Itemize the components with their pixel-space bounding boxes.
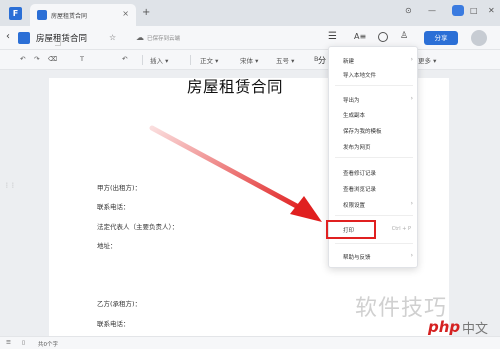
- menu-item-import[interactable]: 导入本地文件: [329, 69, 419, 80]
- clear-format-icon[interactable]: T: [80, 55, 84, 63]
- browser-tab-strip: F 房屋租赁合同 × + ⊙ — □ ✕: [0, 0, 500, 26]
- heading-fragment: 分: [318, 56, 326, 65]
- font-size-dropdown[interactable]: 五号 ▾: [276, 55, 294, 65]
- print-shortcut: Ctrl + P: [391, 226, 411, 232]
- page-icon[interactable]: ▯: [22, 340, 25, 346]
- menu-item-export[interactable]: 导出为 ›: [329, 94, 419, 105]
- close-window-button[interactable]: ✕: [488, 6, 495, 15]
- document-line[interactable]: 联系电话：: [97, 201, 130, 211]
- document-line[interactable]: 联系电话：: [97, 318, 130, 328]
- format-painter-icon[interactable]: ⌫: [48, 55, 57, 63]
- chevron-right-icon: ›: [410, 200, 413, 207]
- new-tab-button[interactable]: +: [142, 7, 150, 18]
- document-line[interactable]: 法定代表人（主要负责人）：: [97, 221, 178, 231]
- menu-item-permissions[interactable]: 权限设置 ›: [329, 199, 419, 210]
- document-line[interactable]: 地址：: [97, 240, 117, 250]
- print-highlight-box: [326, 220, 376, 239]
- menu-item-new[interactable]: 新建 ›: [329, 55, 419, 66]
- chevron-right-icon: ›: [410, 95, 413, 102]
- status-bar: ☰ ▯ 共0个字: [0, 336, 500, 349]
- redo-icon[interactable]: ↷: [34, 55, 39, 63]
- paragraph-style-dropdown[interactable]: 正文 ▾: [200, 55, 218, 65]
- document-line[interactable]: 甲方(出租方)：: [97, 182, 141, 192]
- chevron-right-icon: ›: [410, 56, 413, 63]
- menu-item-save-template[interactable]: 保存为我的模板: [329, 125, 419, 136]
- autosave-status: 已保存到云端: [147, 36, 181, 42]
- menu-icon[interactable]: ☰: [328, 31, 337, 42]
- avatar[interactable]: [471, 30, 487, 46]
- menu-item-publish[interactable]: 发布为网页: [329, 141, 419, 152]
- document-titlebar: ‹ 房屋租赁合同 ☆ ☁ 已保存到云端 ☰ A≡ ♙ 分享: [0, 26, 500, 50]
- comment-icon[interactable]: [378, 32, 388, 42]
- menu-divider: [335, 243, 413, 244]
- app-logo-icon[interactable]: F: [9, 7, 22, 20]
- insert-dropdown[interactable]: 插入 ▾: [150, 55, 168, 65]
- add-collaborator-icon[interactable]: ♙: [400, 31, 408, 41]
- document-heading[interactable]: 房屋租赁合同: [187, 75, 283, 97]
- eraser-icon[interactable]: ↶: [122, 55, 127, 63]
- history-icon[interactable]: ⊙: [405, 6, 412, 15]
- watermark-logo: php: [428, 318, 461, 336]
- share-button[interactable]: 分享: [424, 31, 458, 45]
- divider: [190, 55, 191, 65]
- menu-divider: [335, 85, 413, 86]
- document-line[interactable]: 乙方(承租方)：: [97, 298, 141, 308]
- tab-title: 房屋租赁合同: [51, 13, 88, 20]
- menu-item-help[interactable]: 帮助与反馈 ›: [329, 251, 419, 262]
- maximize-button[interactable]: □: [470, 6, 478, 15]
- menu-divider: [335, 157, 413, 158]
- back-arrow-icon[interactable]: ‹: [6, 31, 10, 42]
- word-count[interactable]: 共0个字: [38, 340, 58, 348]
- format-toolbar: ↶ ↷ ⌫ T ↶ 插入 ▾ 正文 ▾ 宋体 ▾ 五号 ▾ B 更多 ▾: [0, 50, 500, 70]
- page-margin-marker: [55, 40, 61, 46]
- close-tab-icon[interactable]: ×: [122, 9, 129, 18]
- cloud-icon: ☁: [136, 33, 144, 42]
- notification-badge-icon[interactable]: [452, 5, 464, 16]
- menu-divider: [335, 215, 413, 216]
- minimize-button[interactable]: —: [428, 6, 436, 15]
- menu-item-revisions[interactable]: 查看修订记录: [329, 167, 419, 178]
- menu-item-copy[interactable]: 生成副本: [329, 109, 419, 120]
- font-family-dropdown[interactable]: 宋体 ▾: [240, 55, 258, 65]
- undo-icon[interactable]: ↶: [20, 55, 25, 63]
- drag-handle-icon[interactable]: ⋮⋮: [4, 182, 16, 196]
- divider: [142, 55, 143, 65]
- document-title[interactable]: 房屋租赁合同: [36, 32, 87, 44]
- star-icon[interactable]: ☆: [109, 33, 116, 42]
- menu-item-view-history[interactable]: 查看浏览记录: [329, 183, 419, 194]
- chevron-right-icon: ›: [410, 252, 413, 259]
- more-dropdown[interactable]: 更多 ▾: [418, 55, 436, 65]
- text-format-icon[interactable]: A≡: [354, 32, 366, 41]
- doc-app-icon: [18, 32, 30, 44]
- tab-document[interactable]: 房屋租赁合同 ×: [30, 4, 136, 26]
- doc-icon: [37, 10, 47, 20]
- outline-icon[interactable]: ☰: [6, 340, 11, 346]
